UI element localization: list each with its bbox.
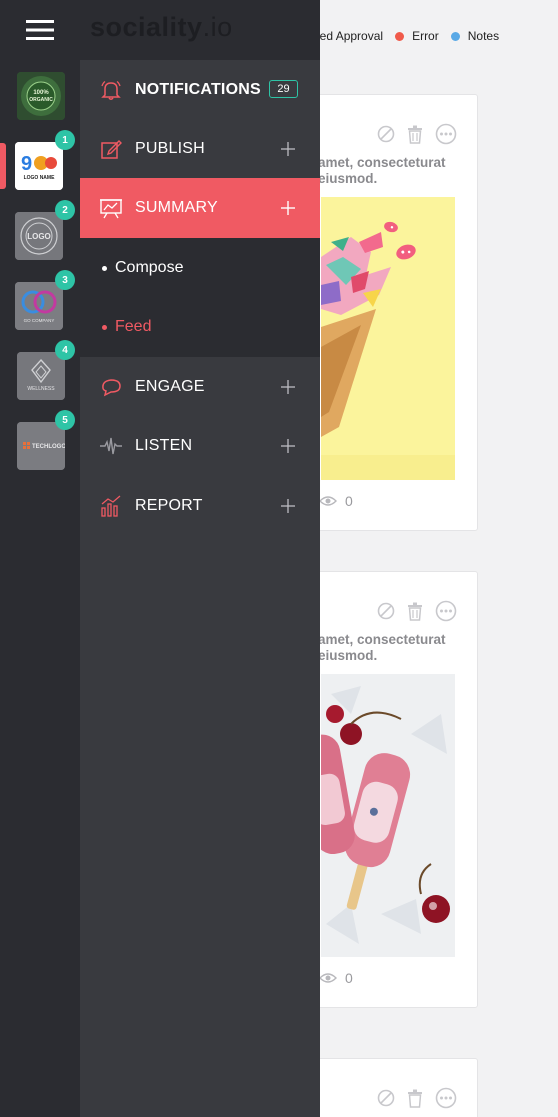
menu-item-publish[interactable]: PUBLISH — [80, 119, 320, 178]
account-badge: 2 — [55, 200, 75, 220]
brand-bar: sociality.io — [80, 0, 320, 60]
account-avatar-logo-name[interactable]: 9 LOGO NAME — [15, 142, 63, 190]
eye-icon — [319, 496, 337, 506]
caption-line: eiusmod. — [318, 648, 378, 663]
menu-toggle[interactable] — [0, 0, 80, 60]
svg-text:GO COMPANY: GO COMPANY — [24, 318, 55, 323]
submenu-label: Feed — [115, 318, 152, 335]
submenu-label: Compose — [115, 259, 184, 276]
menu-item-summary[interactable]: SUMMARY — [80, 178, 320, 238]
legend-notes: Notes — [450, 29, 500, 43]
block-icon[interactable] — [377, 125, 395, 143]
account-avatar-go-company[interactable]: GO COMPANY — [15, 282, 63, 330]
view-count: 0 — [345, 493, 353, 509]
bullet-icon — [102, 265, 107, 271]
bar-chart-icon — [101, 495, 121, 517]
trash-icon[interactable] — [407, 125, 423, 144]
post-image-popsicles[interactable] — [321, 674, 455, 957]
account-rail: 100% ORGANIC 9 LOGO NAME 1 LOGO 2 GO COM… — [0, 0, 80, 1117]
waveform-icon — [100, 437, 122, 454]
account-badge: 4 — [55, 340, 75, 360]
svg-text:WELLNESS: WELLNESS — [27, 386, 55, 392]
post-card[interactable] — [300, 1058, 478, 1117]
menu-label: PUBLISH — [135, 139, 205, 157]
svg-text:ORGANIC: ORGANIC — [29, 97, 53, 103]
trash-icon[interactable] — [407, 602, 423, 621]
summary-submenu: Compose Feed — [80, 238, 320, 357]
more-icon[interactable] — [435, 123, 457, 145]
caption-line: amet, consecteturat — [318, 155, 446, 170]
bullet-icon — [102, 324, 107, 330]
menu-label: LISTEN — [135, 436, 193, 454]
menu-item-notifications[interactable]: NOTIFICATIONS 29 — [80, 60, 320, 119]
post-stats: 0 — [319, 970, 353, 986]
svg-text:LOGO NAME: LOGO NAME — [24, 175, 55, 181]
menu-item-listen[interactable]: LISTEN — [80, 416, 320, 475]
notes-dot — [450, 31, 460, 41]
active-account-indicator — [0, 143, 6, 189]
svg-text:TECHLOGO: TECHLOGO — [32, 444, 65, 450]
account-avatar-organic[interactable]: 100% ORGANIC — [17, 72, 65, 120]
brand-suffix: .io — [202, 12, 233, 42]
post-caption: amet, consecteturat eiusmod. — [318, 632, 446, 664]
plus-icon[interactable] — [281, 498, 295, 513]
menu-label: SUMMARY — [135, 199, 218, 216]
account-badge: 5 — [55, 410, 75, 430]
menu-label: REPORT — [135, 496, 203, 514]
plus-icon[interactable] — [281, 201, 295, 215]
brand-logo[interactable]: sociality.io — [90, 12, 233, 43]
account-avatar-wellness[interactable]: WELLNESS — [17, 352, 65, 400]
account-avatar-techlogo[interactable]: TECHLOGO — [17, 422, 65, 470]
block-icon[interactable] — [377, 602, 395, 620]
block-icon[interactable] — [377, 1089, 395, 1107]
legend-label: Error — [412, 29, 439, 43]
view-count: 0 — [345, 970, 353, 986]
card-actions — [377, 600, 457, 622]
post-image-ice-cream[interactable] — [321, 197, 455, 480]
legend-label: Notes — [467, 29, 500, 43]
post-card[interactable]: amet, consecteturat eiusmod. 0 — [300, 94, 478, 531]
error-dot — [395, 31, 405, 41]
svg-text:9: 9 — [21, 153, 32, 175]
legend-error: Error — [395, 29, 439, 43]
plus-icon[interactable] — [281, 141, 295, 156]
plus-icon[interactable] — [281, 438, 295, 453]
menu-item-engage[interactable]: ENGAGE — [80, 357, 320, 416]
bell-icon — [101, 80, 121, 100]
edit-icon — [101, 139, 122, 159]
post-card[interactable]: amet, consecteturat eiusmod. 0 — [300, 571, 478, 1008]
account-badge: 3 — [55, 270, 75, 290]
post-stats: 0 — [319, 493, 353, 509]
account-badge: 1 — [55, 130, 75, 150]
legend-need-approval: eed Approval — [313, 29, 383, 43]
brand-name: sociality — [90, 12, 203, 42]
account-avatar-logo[interactable]: LOGO — [15, 212, 63, 260]
chat-bubble-icon — [102, 378, 121, 396]
caption-line: eiusmod. — [318, 171, 378, 186]
hamburger-icon[interactable] — [26, 19, 54, 41]
card-actions — [377, 123, 457, 145]
notification-count-badge: 29 — [269, 80, 298, 98]
submenu-item-compose[interactable]: Compose — [102, 259, 183, 277]
status-legend: eed Approval Error Notes — [313, 29, 511, 43]
card-actions — [377, 1087, 457, 1109]
svg-text:LOGO: LOGO — [27, 232, 51, 241]
menu-label: NOTIFICATIONS — [135, 80, 261, 98]
more-icon[interactable] — [435, 600, 457, 622]
caption-line: amet, consecteturat — [318, 632, 446, 647]
svg-text:100%: 100% — [33, 90, 49, 96]
more-icon[interactable] — [435, 1087, 457, 1109]
submenu-item-feed[interactable]: Feed — [102, 318, 151, 336]
legend-label: eed Approval — [313, 29, 384, 43]
presentation-icon — [100, 199, 122, 219]
eye-icon — [319, 973, 337, 983]
trash-icon[interactable] — [407, 1089, 423, 1108]
post-caption: amet, consecteturat eiusmod. — [318, 155, 446, 187]
menu-label: ENGAGE — [135, 377, 205, 395]
plus-icon[interactable] — [281, 379, 295, 394]
menu-item-report[interactable]: REPORT — [80, 476, 320, 535]
